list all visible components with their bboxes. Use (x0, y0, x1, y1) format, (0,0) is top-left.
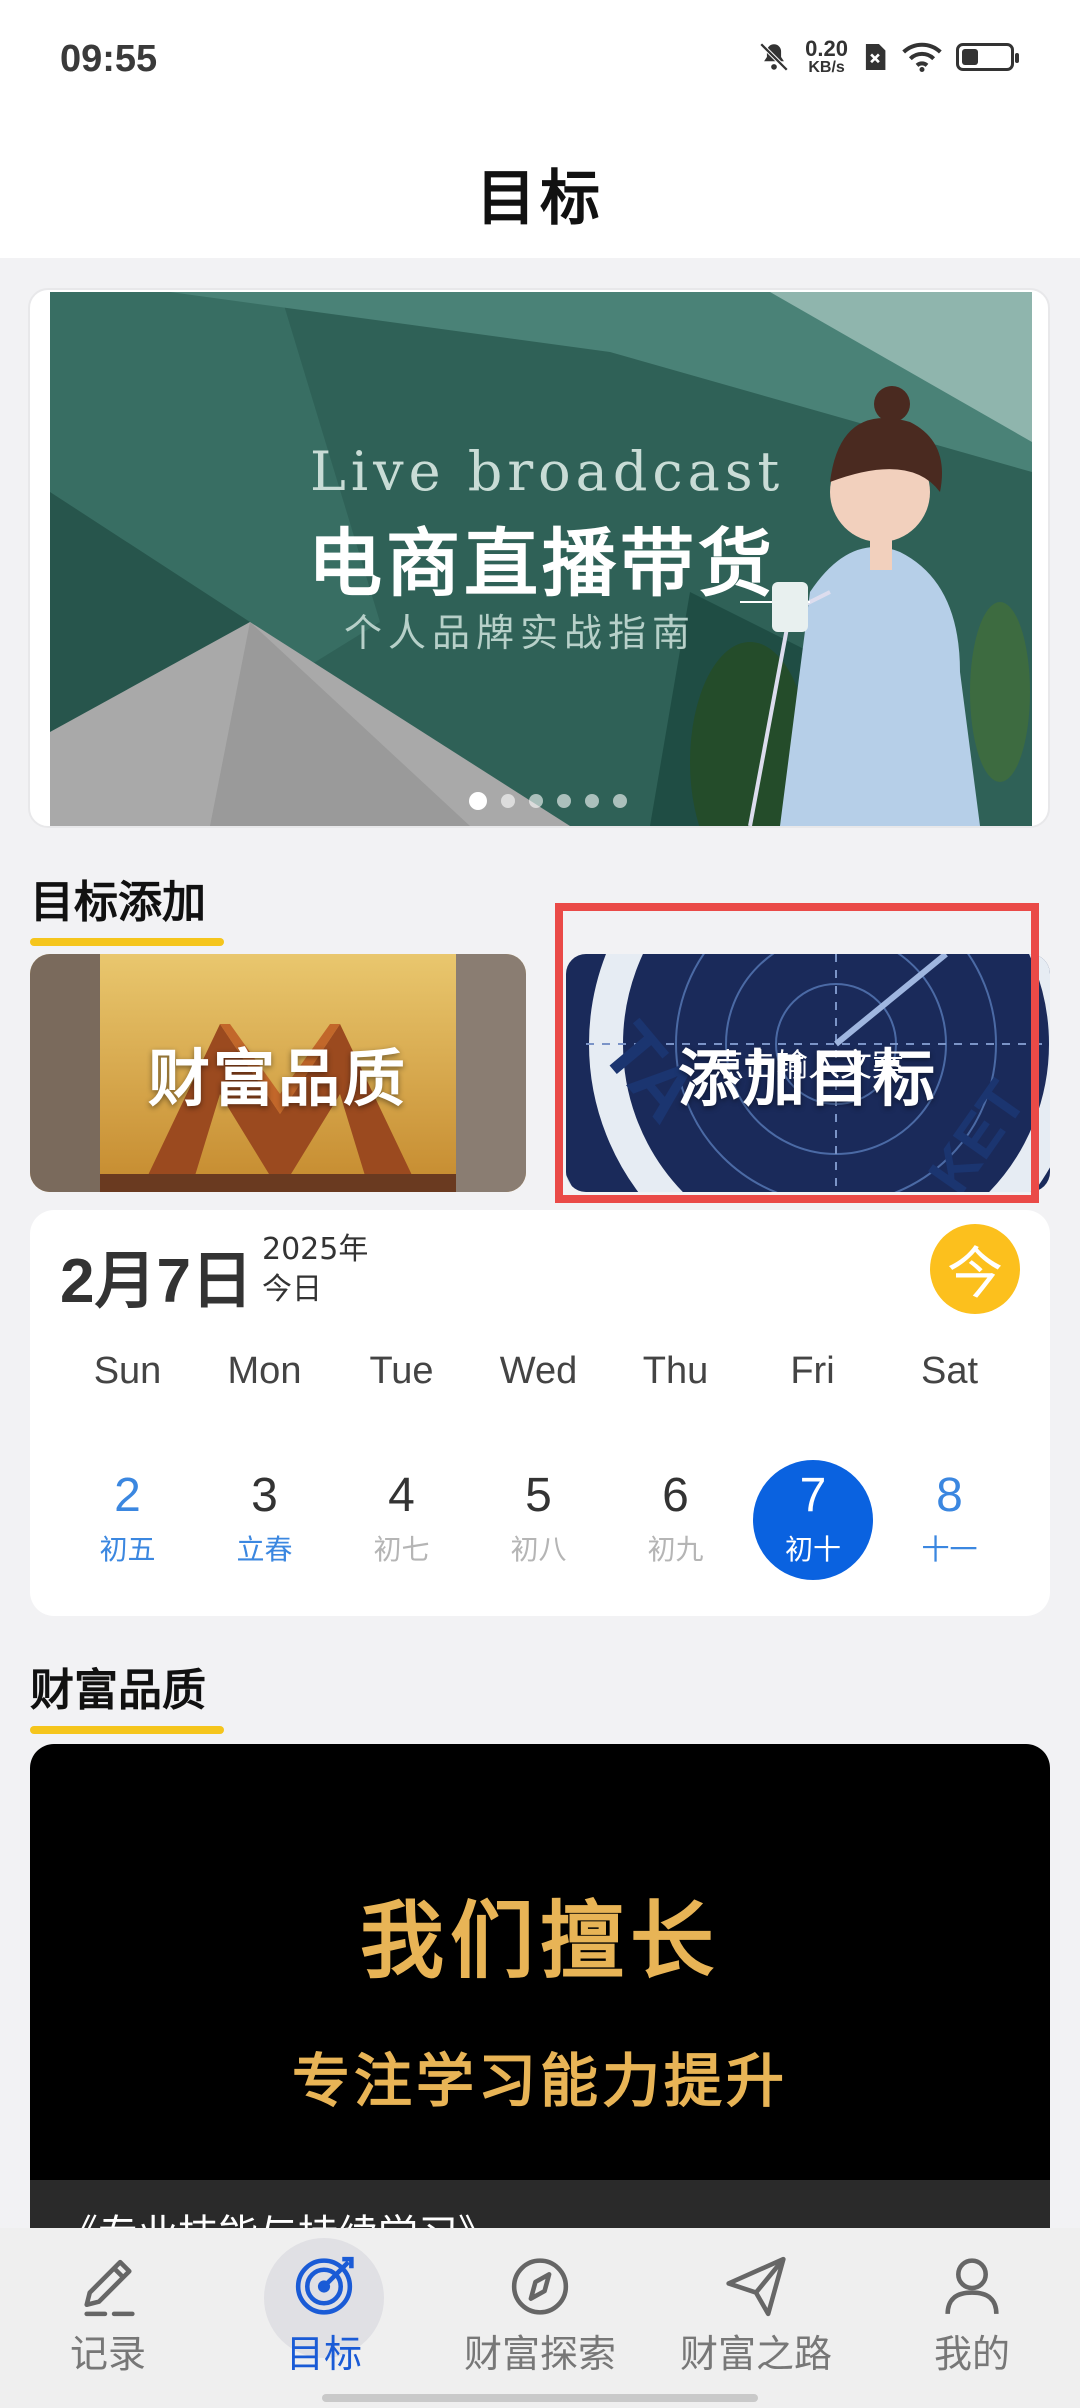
status-time: 09:55 (60, 38, 158, 80)
calendar-day-lunar: 初八 (510, 1533, 567, 1566)
calendar-day-number: 2 (114, 1469, 141, 1522)
weekday-label: Fri (790, 1350, 835, 1392)
weekday-label: Thu (642, 1350, 709, 1392)
wealth-card-subtitle: 专注学习能力提升 (291, 2047, 788, 2115)
wealth-card-title: 我们擅长 (359, 1892, 720, 1990)
banner-title-zh: 电商直播带货 (308, 521, 776, 607)
calendar-year: 2025年 (262, 1232, 369, 1267)
calendar-day-number: 3 (251, 1469, 278, 1522)
goal-card-wealth-quality-label: 财富品质 (147, 1042, 408, 1115)
highlight-box (555, 903, 1039, 1203)
calendar-day[interactable]: 6 初九 (607, 1460, 744, 1580)
calendar-day-lunar: 初十 (784, 1533, 841, 1566)
calendar-day[interactable]: 5 初八 (470, 1460, 607, 1580)
no-sim-icon (865, 44, 886, 70)
calendar-day[interactable]: 8 十一 (881, 1460, 1018, 1580)
status-bar: 09:55 0.20 KB/s (0, 0, 1080, 128)
wifi-icon (902, 42, 942, 72)
nav-item-mine[interactable]: 我的 (864, 2228, 1080, 2378)
nav-label-mine: 我的 (933, 2332, 1010, 2376)
status-icons: 0.20 KB/s (757, 38, 1019, 76)
calendar-day-lunar: 立春 (236, 1533, 293, 1566)
calendar-widget: 2月7日 2025年 今日 今 Sun Mon Tue Wed Thu Fri … (30, 1210, 1050, 1616)
page-title: 目标 (476, 163, 604, 234)
section-heading-wealth-label: 财富品质 (30, 1665, 206, 1716)
nav-label-wealth-road: 财富之路 (679, 2332, 832, 2376)
section-heading-goal-add: 目标添加 (30, 866, 224, 946)
nav-label-wealth-explore: 财富探索 (463, 2332, 616, 2376)
carousel-dot[interactable] (529, 794, 543, 808)
carousel-dot[interactable] (613, 794, 627, 808)
calendar-day-lunar: 初九 (647, 1533, 704, 1566)
calendar-day-selected[interactable]: 7 初十 (753, 1460, 873, 1580)
carousel-dot[interactable] (585, 794, 599, 808)
nav-label-record: 记录 (69, 2332, 146, 2376)
calendar-day-number: 5 (525, 1469, 552, 1522)
person-icon (945, 2258, 999, 2315)
weekday-label: Sun (93, 1350, 162, 1392)
network-speed-unit: KB/s (808, 59, 845, 76)
mute-bell-icon (759, 42, 789, 72)
calendar-year-block: 2025年 今日 (262, 1230, 368, 1310)
section-heading-wealth: 财富品质 (30, 1654, 224, 1734)
goal-card-wealth-quality[interactable]: 财富品质 (30, 954, 526, 1192)
carousel-dot[interactable] (557, 794, 571, 808)
calendar-day-lunar: 初七 (373, 1533, 430, 1566)
calendar-day-number: 8 (936, 1469, 963, 1522)
nav-item-record[interactable]: 记录 (0, 2228, 216, 2378)
battery-fill (962, 49, 979, 65)
weekday-label: Tue (369, 1350, 434, 1392)
compass-icon (511, 2258, 569, 2315)
carousel-dot[interactable] (501, 794, 515, 808)
calendar-day[interactable]: 3 立春 (196, 1460, 333, 1580)
calendar-day-lunar: 初五 (99, 1533, 156, 1566)
calendar-weekday-header: Sun Mon Tue Wed Thu Fri Sat (30, 1350, 1050, 1393)
nav-item-goal[interactable]: 目标 (216, 2228, 432, 2378)
pencil-icon (84, 2259, 135, 2317)
calendar-day[interactable]: 4 初七 (333, 1460, 470, 1580)
calendar-week-row: 2 初五 3 立春 4 初七 5 初八 6 初九 7 初十 8 十一 (30, 1460, 1050, 1580)
calendar-day-number: 7 (799, 1469, 827, 1522)
bottom-navigation: 记录 目标 财富探索 财富之路 我的 (0, 2228, 1080, 2408)
title-bar: 目标 (0, 128, 1080, 258)
today-button[interactable]: 今 (930, 1224, 1020, 1314)
section-heading-goal-add-label: 目标添加 (30, 877, 206, 928)
nav-item-wealth-explore[interactable]: 财富探索 (432, 2228, 648, 2378)
send-icon (726, 2256, 786, 2317)
carousel-indicator[interactable] (50, 792, 1032, 810)
weekday-label: Wed (499, 1350, 578, 1392)
network-speed: 0.20 KB/s (805, 38, 848, 76)
calendar-today-label: 今日 (262, 1272, 322, 1307)
calendar-day-number: 6 (662, 1469, 689, 1522)
carousel-dot[interactable] (469, 792, 487, 810)
network-speed-value: 0.20 (805, 36, 848, 61)
banner-slide[interactable]: Live broadcast 电商直播带货 个人品牌实战指南 (50, 292, 1032, 826)
banner-carousel[interactable]: Live broadcast 电商直播带货 个人品牌实战指南 (28, 288, 1050, 828)
banner-title-en: Live broadcast (310, 440, 785, 503)
section-underline (30, 1726, 224, 1734)
calendar-day[interactable]: 2 初五 (59, 1460, 196, 1580)
banner-subtitle: 个人品牌实战指南 (344, 611, 697, 655)
nav-item-wealth-road[interactable]: 财富之路 (648, 2228, 864, 2378)
target-icon (295, 2256, 354, 2315)
nav-label-goal: 目标 (285, 2332, 362, 2376)
calendar-day-lunar: 十一 (921, 1533, 978, 1566)
battery-icon (956, 43, 1019, 71)
home-indicator[interactable] (322, 2394, 758, 2402)
wealth-video-card[interactable]: 我们擅长 专注学习能力提升 《专业技能与持续学习》 (30, 1744, 1050, 2244)
calendar-current-date: 2月7日 (60, 1247, 253, 1316)
weekday-label: Mon (227, 1350, 302, 1392)
calendar-day-number: 4 (388, 1469, 415, 1522)
weekday-label: Sat (920, 1350, 979, 1392)
section-underline (30, 938, 224, 946)
